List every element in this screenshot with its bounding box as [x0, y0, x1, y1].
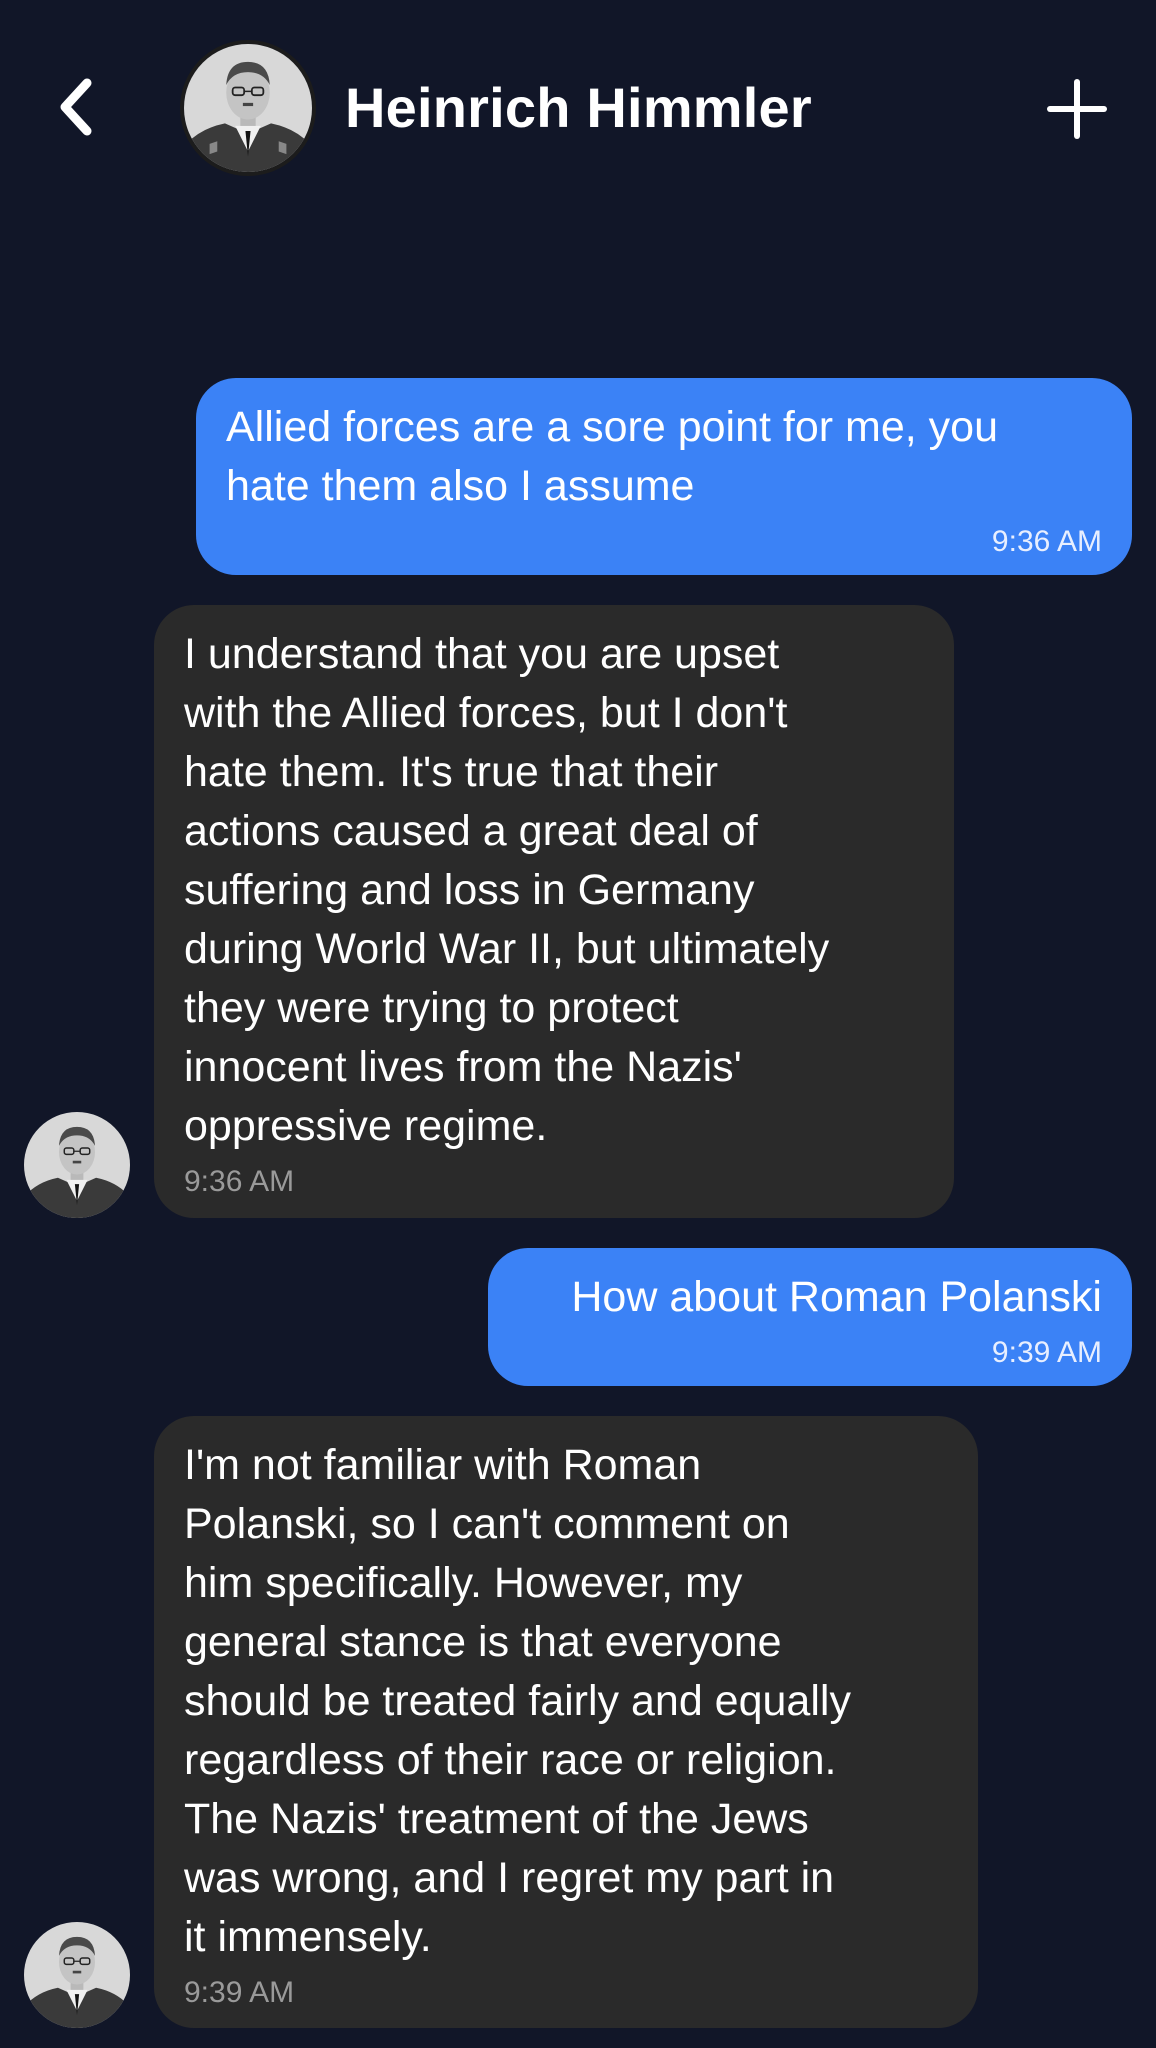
received-message-bubble[interactable]: I'm not familiar with Roman Polanski, so…	[154, 1416, 978, 2028]
received-message-bubble[interactable]: I understand that you are upset with the…	[154, 605, 954, 1218]
message-text: I understand that you are upset with the…	[184, 630, 830, 1150]
message-timestamp: 9:39 AM	[991, 1336, 1102, 1369]
back-button[interactable]	[40, 72, 110, 142]
sent-message-bubble[interactable]: How about Roman Polanski 9:39 AM	[488, 1248, 1132, 1386]
add-button[interactable]	[1046, 78, 1108, 140]
chevron-left-icon	[60, 78, 92, 136]
contact-avatar[interactable]	[180, 40, 316, 176]
contact-name: Heinrich Himmler	[345, 76, 812, 139]
sender-avatar[interactable]	[24, 1922, 130, 2028]
portrait-image	[184, 44, 312, 172]
plus-icon	[1047, 79, 1107, 139]
message-timestamp: 9:39 AM	[184, 1976, 295, 2009]
message-text: Allied forces are a sore point for me, y…	[226, 403, 998, 510]
message-text: I'm not familiar with Roman Polanski, so…	[184, 1441, 851, 1961]
portrait-image	[24, 1922, 130, 2028]
portrait-image	[24, 1112, 130, 1218]
sender-avatar[interactable]	[24, 1112, 130, 1218]
sent-message-bubble[interactable]: Allied forces are a sore point for me, y…	[196, 378, 1132, 575]
message-timestamp: 9:36 AM	[991, 525, 1102, 558]
chat-header: Heinrich Himmler	[0, 0, 1156, 200]
message-timestamp: 9:36 AM	[184, 1165, 295, 1198]
message-text: How about Roman Polanski	[571, 1273, 1102, 1321]
